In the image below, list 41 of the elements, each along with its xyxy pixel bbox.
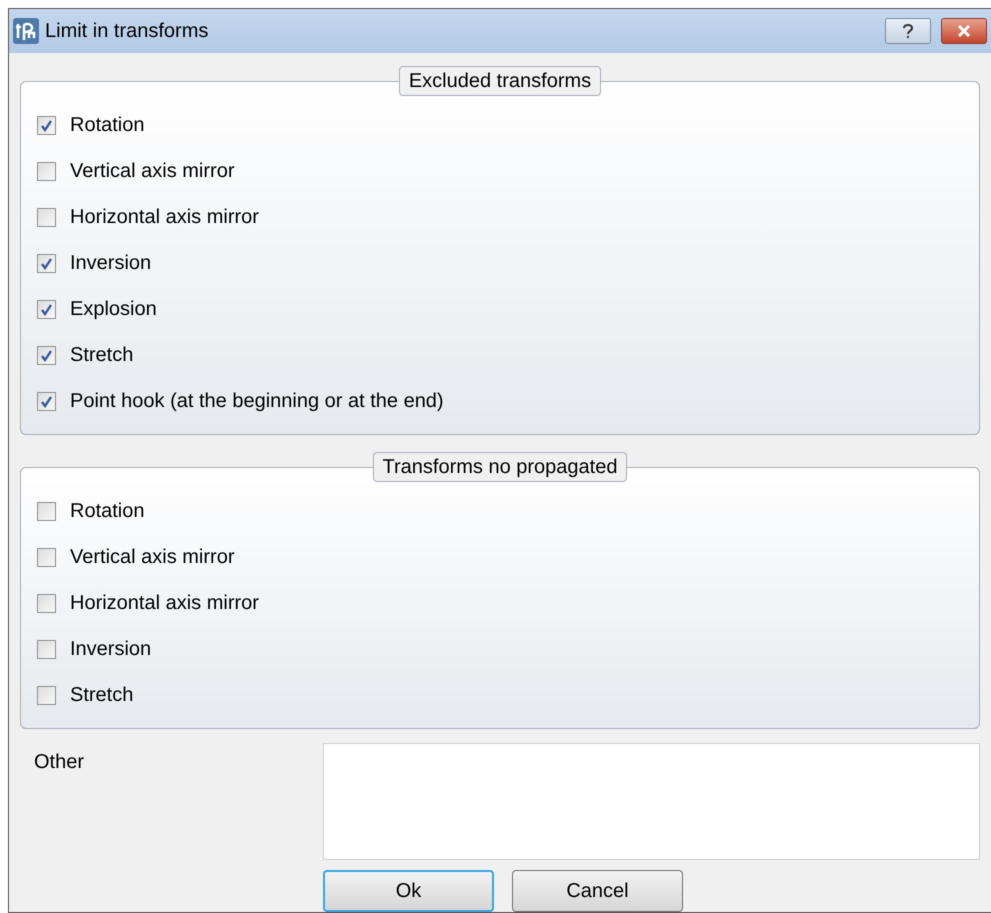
checkbox-label: Rotation — [70, 499, 144, 524]
checkbox-label: Vertical axis mirror — [70, 545, 234, 570]
checkmark-icon — [40, 302, 53, 316]
checkbox[interactable] — [37, 392, 56, 410]
checkbox-label: Inversion — [70, 251, 152, 276]
checkmark-icon — [40, 256, 53, 270]
checkbox[interactable] — [37, 208, 56, 226]
group-title: Excluded transforms — [398, 66, 602, 96]
group-title: Transforms no propagated — [372, 452, 628, 482]
checkbox[interactable] — [37, 162, 56, 180]
checkbox-label: Stretch — [70, 683, 134, 708]
help-icon — [902, 23, 914, 39]
close-icon — [957, 25, 971, 37]
checkbox[interactable] — [37, 346, 56, 364]
checkbox-label: Rotation — [70, 113, 144, 138]
checkbox-label: Horizontal axis mirror — [70, 591, 259, 616]
checkbox-label: Inversion — [70, 637, 152, 662]
checkbox[interactable] — [37, 594, 56, 612]
checkbox-label: Horizontal axis mirror — [70, 205, 259, 230]
checkbox-label: Explosion — [70, 297, 157, 322]
checkmark-icon — [40, 348, 53, 362]
checkbox[interactable] — [37, 300, 56, 318]
dialog-button[interactable]: Cancel — [512, 870, 683, 912]
checkbox-label: Stretch — [70, 343, 134, 368]
checkbox[interactable] — [37, 640, 56, 658]
checkmark-icon — [40, 394, 53, 408]
checkbox[interactable] — [37, 548, 56, 566]
app-logo-icon — [13, 18, 39, 44]
other-text-field[interactable] — [323, 743, 980, 860]
dialog-button[interactable]: Ok — [323, 870, 494, 912]
checkbox-label: Point hook (at the beginning or at the end) — [70, 389, 444, 414]
window-title: Limit in transforms — [45, 19, 210, 44]
checkbox[interactable] — [37, 254, 56, 272]
close-button[interactable] — [941, 18, 987, 44]
help-button[interactable] — [885, 18, 931, 44]
checkbox[interactable] — [37, 686, 56, 704]
checkbox-label: Vertical axis mirror — [70, 159, 234, 184]
checkbox[interactable] — [37, 116, 56, 134]
checkmark-icon — [40, 118, 53, 132]
checkbox[interactable] — [37, 502, 56, 520]
other-label: Other — [33, 750, 86, 775]
